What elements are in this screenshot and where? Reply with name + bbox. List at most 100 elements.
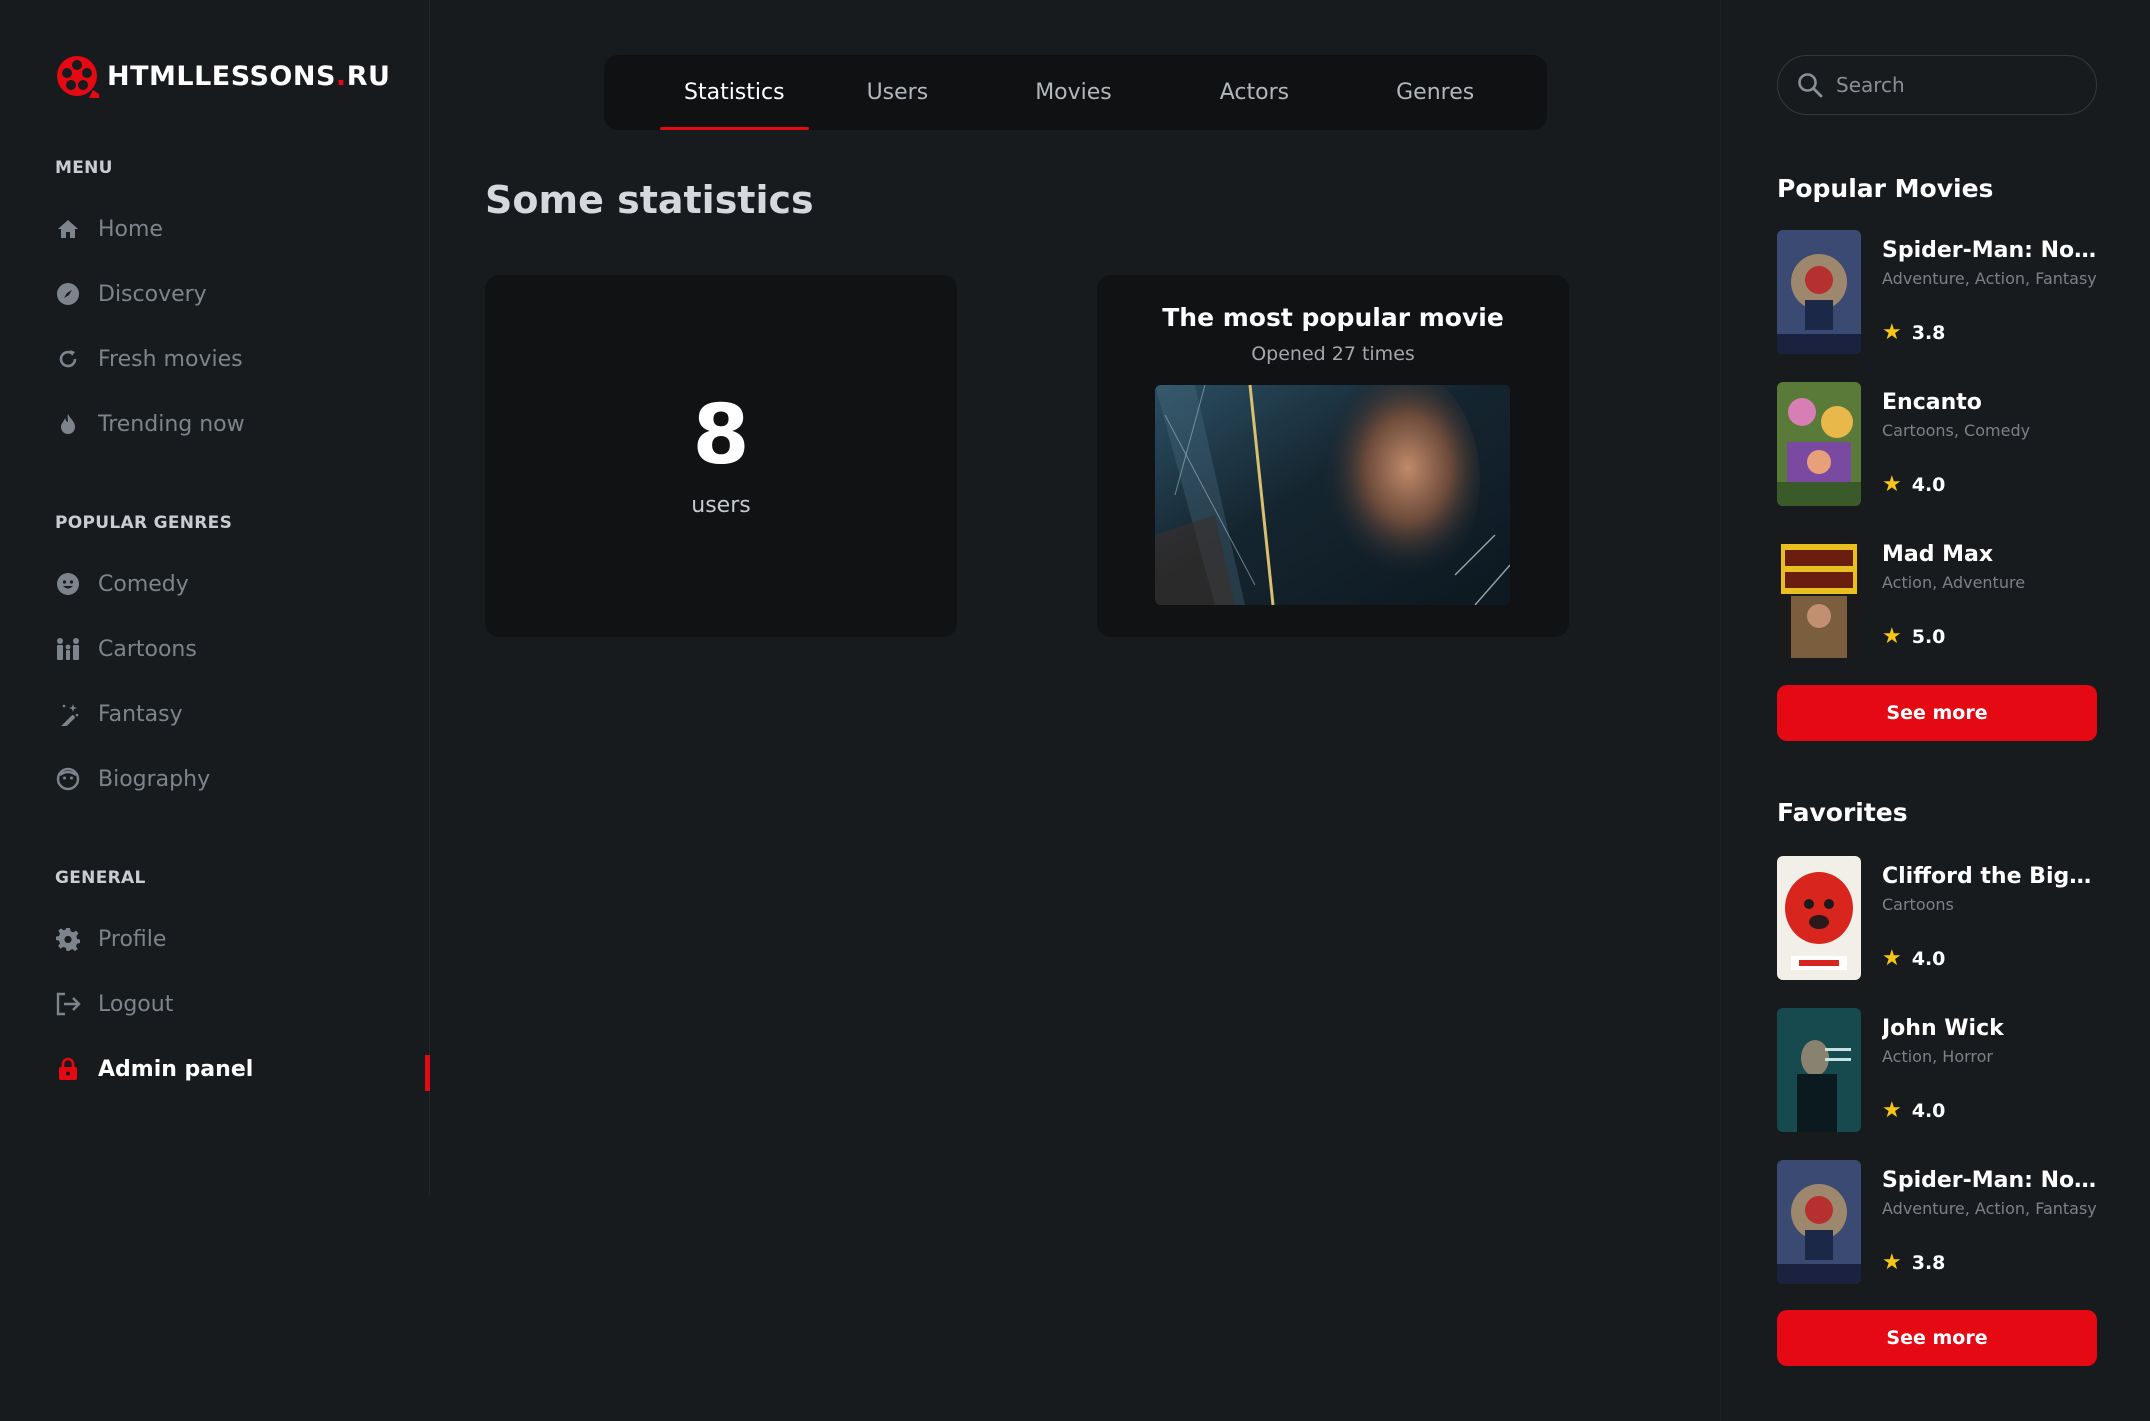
movie-name: Clifford the Big Red...: [1882, 864, 2097, 889]
gear-icon: [55, 926, 81, 952]
sidebar-item-label: Admin panel: [98, 1056, 254, 1082]
movie-poster: [1777, 534, 1861, 658]
page-title: Some statistics: [485, 178, 814, 222]
tab-statistics[interactable]: Statistics: [660, 55, 809, 130]
star-icon: ★: [1882, 320, 1902, 345]
movie-poster: [1777, 1008, 1861, 1132]
sidebar-item-comedy[interactable]: Comedy: [55, 562, 430, 606]
search-icon: [1798, 73, 1823, 98]
favorite-movie-item[interactable]: Spider-Man: No W... Adventure, Action, F…: [1777, 1160, 2097, 1284]
movie-rating: ★ 4.0: [1882, 1098, 1946, 1123]
sidebar-item-label: Home: [98, 216, 163, 242]
users-count: 8: [692, 388, 750, 483]
movie-name: Mad Max: [1882, 542, 1994, 567]
sidebar-item-profile[interactable]: Profile: [55, 917, 430, 961]
general-section-title: GENERAL: [55, 868, 146, 888]
fire-icon: [55, 411, 81, 437]
magic-wand-icon: [55, 701, 81, 727]
tab-label: Actors: [1219, 80, 1290, 105]
popular-movie-card: The most popular movie Opened 27 times: [1097, 275, 1569, 637]
popular-movie-item[interactable]: Encanto Cartoons, Comedy ★ 4.0: [1777, 382, 2097, 506]
genres-section-title: POPULAR GENRES: [55, 513, 233, 533]
movie-genres: Action, Horror: [1882, 1047, 1993, 1066]
logo[interactable]: HTMLLESSONS.RU: [55, 54, 390, 98]
sidebar-item-label: Biography: [98, 766, 211, 792]
sidebar-item-trending-now[interactable]: Trending now: [55, 402, 430, 446]
movie-poster: [1777, 230, 1861, 354]
tab-actors[interactable]: Actors: [1220, 55, 1289, 130]
movie-still-image: [1155, 385, 1510, 605]
sidebar-item-discovery[interactable]: Discovery: [55, 272, 430, 316]
movie-name: Encanto: [1882, 390, 1982, 415]
star-icon: ★: [1882, 472, 1902, 497]
movie-genres: Cartoons: [1882, 895, 1954, 914]
sidebar-item-label: Fresh movies: [98, 346, 243, 372]
star-icon: ★: [1882, 1098, 1902, 1123]
movie-rating: ★ 5.0: [1882, 624, 1946, 649]
tab-genres[interactable]: Genres: [1396, 55, 1474, 130]
home-icon: [55, 216, 81, 242]
popular-movie-item[interactable]: Mad Max Action, Adventure ★ 5.0: [1777, 534, 2097, 658]
sidebar-item-label: Fantasy: [98, 701, 183, 727]
right-sidebar: Popular Movies Spider-Man: No W... Adven…: [1720, 0, 2150, 1421]
tab-movies[interactable]: Movies: [1035, 55, 1112, 130]
popular-movies-title: Popular Movies: [1777, 174, 1994, 203]
sidebar-item-fantasy[interactable]: Fantasy: [55, 692, 430, 736]
movie-poster: [1777, 1160, 1861, 1284]
search-input[interactable]: [1836, 73, 2076, 97]
popular-movie-title: The most popular movie: [1162, 303, 1504, 332]
movie-name: Spider-Man: No W...: [1882, 1168, 2097, 1193]
sidebar-item-biography[interactable]: Biography: [55, 757, 430, 801]
movie-genres: Cartoons, Comedy: [1882, 421, 2031, 440]
movie-name: John Wick: [1882, 1016, 2004, 1041]
logout-icon: [55, 991, 81, 1017]
popular-movie-item[interactable]: Spider-Man: No W... Adventure, Action, F…: [1777, 230, 2097, 354]
sidebar-item-fresh-movies[interactable]: Fresh movies: [55, 337, 430, 381]
smile-icon: [55, 571, 81, 597]
popular-movie-subtitle: Opened 27 times: [1251, 343, 1415, 365]
sidebar-item-admin-panel[interactable]: Admin panel: [55, 1047, 430, 1091]
favorite-movie-item[interactable]: Clifford the Big Red... Cartoons ★4.0: [1777, 856, 2097, 980]
tab-label: Genres: [1396, 80, 1475, 105]
movie-rating: ★ 3.8: [1882, 1250, 1946, 1275]
compass-icon: [55, 281, 81, 307]
users-label: users: [691, 493, 751, 518]
movie-genres: Action, Adventure: [1882, 573, 2026, 592]
sidebar-item-home[interactable]: Home: [55, 207, 430, 251]
favorites-title: Favorites: [1777, 798, 1908, 827]
star-icon: ★: [1882, 946, 1902, 971]
film-reel-icon: [57, 56, 99, 98]
refresh-icon: [55, 346, 81, 372]
movie-rating: ★ 4.0: [1882, 472, 1946, 497]
sidebar-item-label: Logout: [98, 991, 174, 1017]
logo-text: HTMLLESSONS.RU: [107, 60, 391, 92]
sidebar-item-label: Cartoons: [98, 636, 197, 662]
sidebar-item-logout[interactable]: Logout: [55, 982, 430, 1026]
sidebar-item-label: Trending now: [98, 411, 245, 437]
sidebar-item-label: Profile: [98, 926, 167, 952]
movie-genres: Adventure, Action, Fantasy: [1882, 1199, 2097, 1218]
see-more-popular-button[interactable]: See more: [1777, 685, 2097, 741]
search-box[interactable]: [1777, 55, 2097, 115]
star-icon: ★: [1882, 624, 1902, 649]
movie-poster: [1777, 382, 1861, 506]
tab-label: Statistics: [684, 80, 785, 105]
sidebar-item-label: Comedy: [98, 571, 189, 597]
family-icon: [55, 636, 81, 662]
face-icon: [55, 766, 81, 792]
sidebar-item-label: Discovery: [98, 281, 207, 307]
popular-movie-image[interactable]: [1155, 385, 1510, 605]
tab-label: Users: [866, 80, 929, 105]
admin-tabs: Statistics Users Movies Actors Genres: [604, 55, 1547, 130]
left-sidebar: HTMLLESSONS.RU MENU Home Discovery Fresh…: [0, 0, 430, 1195]
sidebar-item-cartoons[interactable]: Cartoons: [55, 627, 430, 671]
users-stat-card: 8 users: [485, 275, 957, 637]
movie-rating: ★ 4.0: [1882, 946, 1946, 971]
tab-label: Movies: [1035, 80, 1112, 105]
menu-section-title: MENU: [55, 158, 113, 178]
active-indicator: [425, 1055, 430, 1091]
movie-genres: Adventure, Action, Fantasy: [1882, 269, 2097, 288]
favorite-movie-item[interactable]: John Wick Action, Horror ★ 4.0: [1777, 1008, 2097, 1132]
tab-users[interactable]: Users: [867, 55, 929, 130]
see-more-favorites-button[interactable]: See more: [1777, 1310, 2097, 1366]
